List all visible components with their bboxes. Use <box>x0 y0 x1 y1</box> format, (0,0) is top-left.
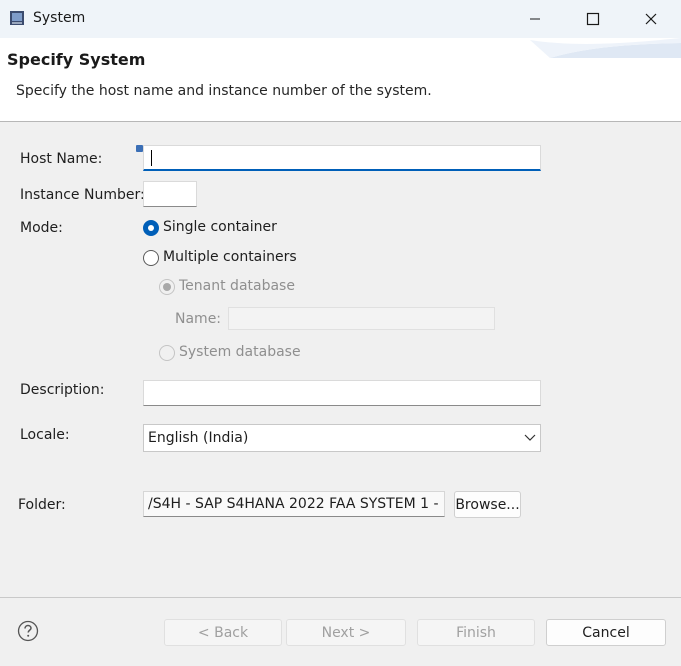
tenant-name-label: Name: <box>175 311 222 327</box>
finish-button[interactable]: Finish <box>417 619 535 646</box>
page-title: Specify System <box>7 50 146 69</box>
description-input[interactable] <box>143 380 541 406</box>
locale-dropdown[interactable]: English (India) <box>143 424 541 452</box>
system-database-label: System database <box>179 344 301 360</box>
folder-path-field[interactable]: /S4H - SAP S4HANA 2022 FAA SYSTEM 1 - PU <box>143 491 445 517</box>
chevron-down-icon <box>524 434 536 441</box>
single-container-label: Single container <box>163 219 277 235</box>
multiple-containers-radio[interactable] <box>143 250 159 266</box>
system-app-icon <box>10 11 24 25</box>
help-icon[interactable] <box>17 620 39 642</box>
instance-number-input[interactable] <box>143 181 197 207</box>
description-label: Description: <box>20 382 105 398</box>
banner-graphic <box>530 38 681 58</box>
footer-divider <box>0 597 681 598</box>
single-container-option[interactable]: Single container <box>143 219 283 237</box>
locale-selected-value: English (India) <box>148 430 249 446</box>
instance-number-label: Instance Number: <box>20 187 145 203</box>
folder-path-value: /S4H - SAP S4HANA 2022 FAA SYSTEM 1 - PU <box>148 496 445 512</box>
mode-label: Mode: <box>20 220 63 236</box>
host-name-input[interactable] <box>143 145 541 171</box>
host-name-label: Host Name: <box>20 151 103 167</box>
system-database-option: System database <box>159 344 301 362</box>
window-title: System <box>33 10 86 26</box>
cancel-button[interactable]: Cancel <box>546 619 666 646</box>
wizard-header: Specify System Specify the host name and… <box>0 38 681 122</box>
close-icon <box>645 13 657 25</box>
maximize-button[interactable] <box>564 0 622 38</box>
tenant-name-input <box>228 307 495 330</box>
single-container-radio[interactable] <box>143 220 159 236</box>
tenant-database-option: Tenant database <box>159 278 299 296</box>
folder-label: Folder: <box>18 497 66 513</box>
title-bar: System <box>0 0 681 38</box>
locale-label: Locale: <box>20 427 70 443</box>
tenant-database-label: Tenant database <box>179 278 295 294</box>
next-button[interactable]: Next > <box>286 619 406 646</box>
info-icon <box>136 145 143 152</box>
back-button[interactable]: < Back <box>164 619 282 646</box>
multiple-containers-option[interactable]: Multiple containers <box>143 249 303 267</box>
text-caret <box>151 150 152 166</box>
minimize-button[interactable] <box>506 0 564 38</box>
page-description: Specify the host name and instance numbe… <box>16 83 432 99</box>
system-database-radio <box>159 345 175 361</box>
maximize-icon <box>586 12 600 26</box>
minimize-icon <box>530 18 540 20</box>
tenant-database-radio <box>159 279 175 295</box>
close-button[interactable] <box>622 0 680 38</box>
multiple-containers-label: Multiple containers <box>163 249 297 265</box>
browse-button[interactable]: Browse... <box>454 491 521 518</box>
